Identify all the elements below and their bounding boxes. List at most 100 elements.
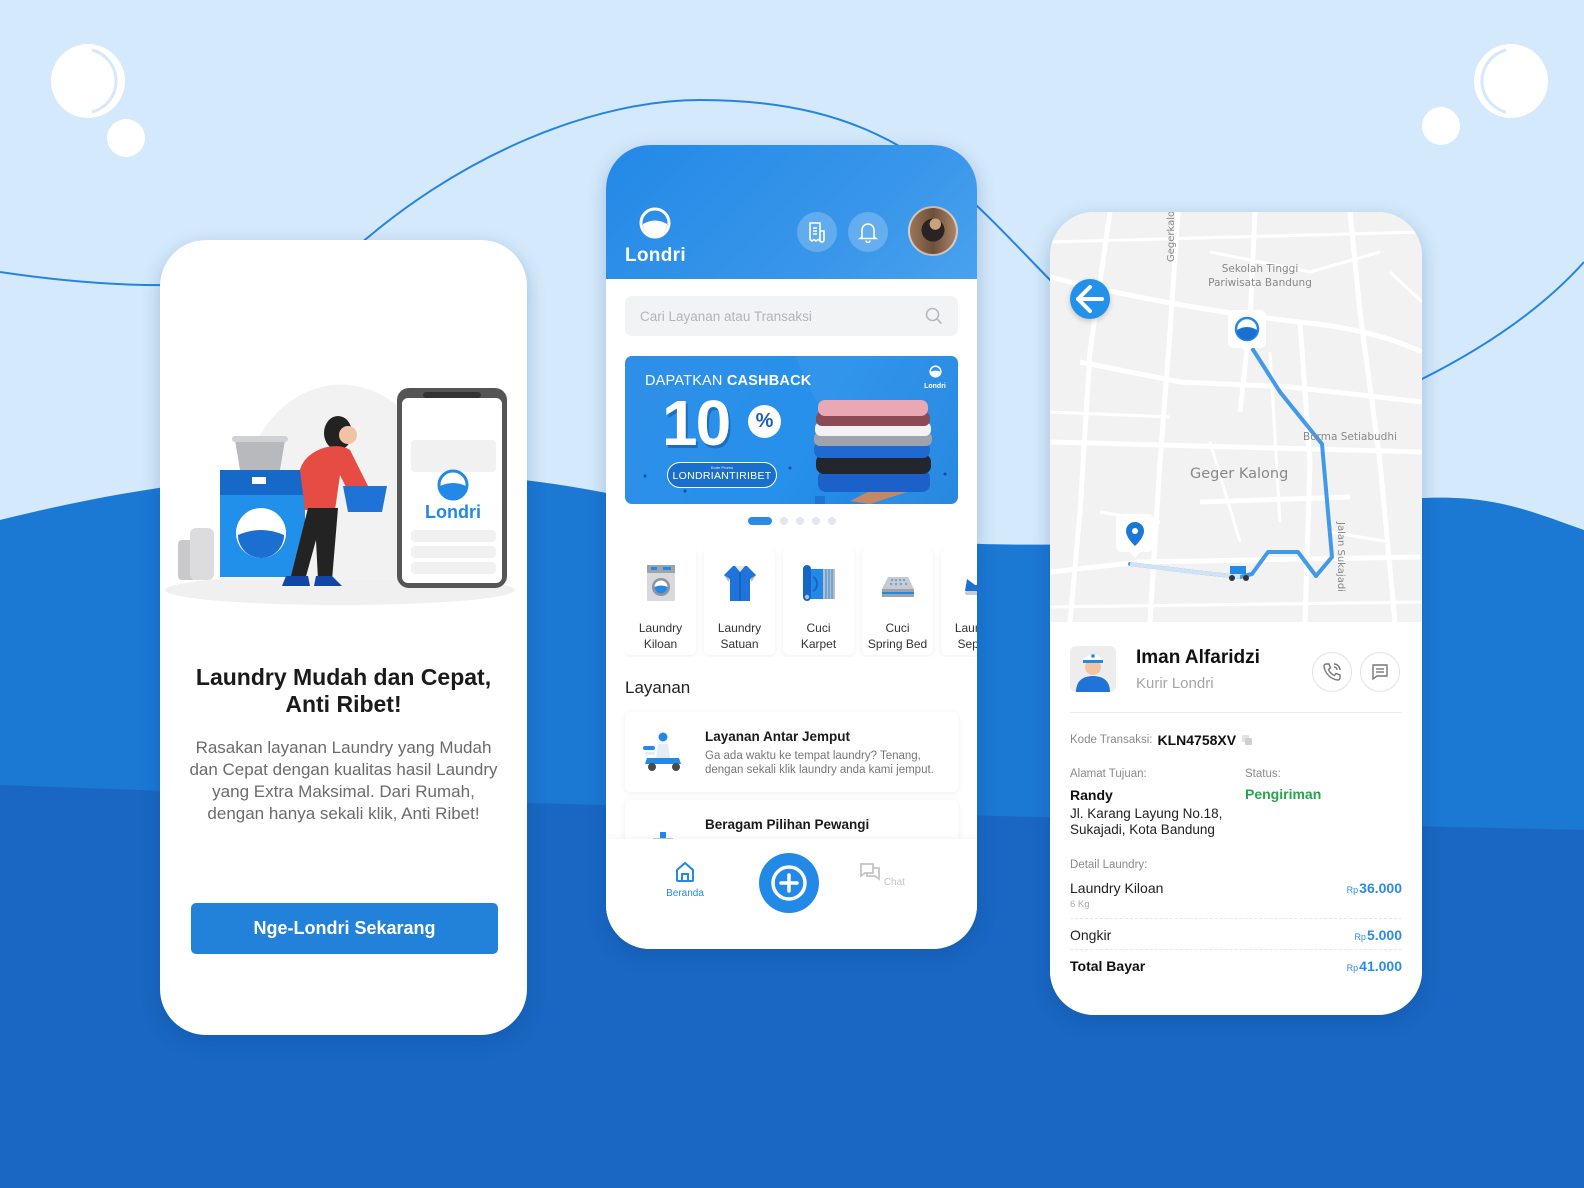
item-name: Laundry Kiloan (1070, 880, 1164, 896)
message-courier-button[interactable] (1360, 652, 1400, 692)
carousel-dot-4[interactable] (811, 517, 820, 525)
transaction-code-label: Kode Transaksi: (1070, 734, 1153, 746)
services-section-title: Layanan (625, 678, 691, 697)
transaction-code: KLN4758XV (1157, 732, 1237, 748)
onboarding-screen: Londri Laundry Mudah dan Cepat, Anti Rib… (160, 240, 527, 1035)
courier-role: Kurir Londri (1136, 675, 1214, 692)
line-item: Ongkir Rp5.000 (1070, 927, 1402, 943)
tracking-map[interactable]: Gegerkalong Sekolah Tinggi Pariwisata Ba… (1050, 212, 1422, 623)
laundry-location-pin (1228, 310, 1266, 353)
percent-badge: % (748, 405, 781, 438)
promo-code-label: Kode Promo (710, 465, 734, 470)
service-title: Beragam Pilihan Pewangi (705, 817, 870, 832)
category-label: Laundry Satuan (717, 621, 762, 651)
delivery-address: Jl. Karang Layung No.18, Sukajadi, Kota … (1070, 806, 1223, 837)
shirt-icon (723, 566, 756, 601)
back-button[interactable] (1070, 279, 1110, 319)
bubble-group-left (51, 44, 145, 157)
carousel-dot-2[interactable] (779, 517, 788, 525)
courier-avatar (1070, 646, 1116, 692)
carousel-indicator (606, 517, 977, 525)
onboarding-description: Rasakan layanan Laundry yang Mudah dan C… (189, 738, 498, 823)
arrow-left-icon (1076, 285, 1104, 313)
status-label: Status: (1245, 768, 1281, 780)
total-label: Total Bayar (1070, 958, 1146, 974)
transaction-code-row: Kode Transaksi: KLN4758XV (1070, 732, 1253, 748)
londri-logo-icon (639, 207, 671, 239)
total-price: Rp41.000 (1346, 958, 1402, 974)
line-item: Laundry Kiloan 6 Kg Rp36.000 (1070, 880, 1402, 910)
map-label-poi: Sekolah Tinggi (1222, 263, 1299, 275)
courier-icon (1076, 654, 1110, 692)
chat-icon (860, 863, 880, 881)
item-price: Rp5.000 (1354, 927, 1402, 943)
nav-chat-label: Chat (883, 877, 905, 888)
brand-name: Londri (625, 245, 686, 266)
carousel-dot-5[interactable] (827, 517, 836, 525)
category-label: Cuci Karpet (800, 621, 837, 651)
category-label: LaundrySepatu (954, 621, 977, 651)
profile-avatar[interactable] (908, 206, 958, 256)
map-label-street: Jalan Sukajadi (1335, 521, 1346, 592)
order-status: Pengiriman (1245, 786, 1322, 802)
promo-code-pill: Kode Promo LONDRIANTIRIBET (667, 462, 777, 488)
category-list: Laundry Kiloan Laundry Satuan Cuci Karpet (625, 549, 977, 657)
plus-circle-icon (771, 865, 807, 901)
total-row: Total Bayar Rp41.000 (1070, 958, 1402, 974)
service-card-pickup-delivery[interactable]: Layanan Antar Jemput Ga ada waktu ke tem… (625, 712, 958, 792)
app-logo: Londri (625, 207, 686, 267)
item-price: Rp36.000 (1346, 880, 1402, 896)
bell-icon (858, 223, 878, 243)
mattress-icon (881, 577, 914, 597)
category-cuci-karpet[interactable]: Cuci Karpet (783, 549, 854, 655)
folded-clothes-image (814, 400, 932, 504)
dashed-divider (1070, 949, 1402, 950)
search-input[interactable] (640, 308, 925, 324)
bubble-group-right (1422, 44, 1548, 145)
divider (1070, 712, 1402, 713)
category-laundry-sepatu[interactable]: LaundrySepatu (941, 549, 977, 655)
carousel-dot-1[interactable] (747, 517, 772, 525)
detail-label: Detail Laundry: (1070, 859, 1148, 871)
map-canvas: Gegerkalong Sekolah Tinggi Pariwisata Ba… (1050, 212, 1422, 623)
receipt-icon (809, 222, 825, 243)
order-tracking-screen: Gegerkalong Sekolah Tinggi Pariwisata Ba… (1050, 212, 1422, 1015)
map-label-poi: Pariwisata Bandung (1208, 277, 1312, 289)
cashback-promo-banner[interactable]: DAPATKAN CASHBACK 10 % Kode Promo LONDRI… (625, 356, 958, 504)
message-icon (1372, 664, 1388, 681)
destination-pin (1116, 514, 1154, 558)
carousel-dot-3[interactable] (795, 517, 804, 525)
service-title: Layanan Antar Jemput (705, 729, 851, 744)
banner-logo: Londri (923, 365, 947, 390)
category-laundry-kiloan[interactable]: Laundry Kiloan (625, 549, 696, 655)
category-laundry-satuan[interactable]: Laundry Satuan (704, 549, 775, 655)
laundry-illustration: Londri (165, 384, 515, 605)
nav-home[interactable]: Beranda (655, 861, 715, 899)
home-header: Londri (606, 145, 977, 279)
transactions-button[interactable] (797, 212, 837, 252)
map-label-poi: Borma Setiabudhi (1303, 431, 1397, 443)
home-screen: Londri DAPATKAN CASHBACK (606, 145, 977, 949)
map-label-street: Gegerkalong (1166, 212, 1177, 262)
onboarding-title: Laundry Mudah dan Cepat, Anti Ribet! (195, 664, 492, 717)
dashed-divider (1070, 918, 1402, 919)
start-laundry-button[interactable]: Nge-Londri Sekarang (191, 903, 498, 954)
courier-name: Iman Alfaridzi (1136, 647, 1260, 668)
address-label: Alamat Tujuan: (1070, 768, 1147, 780)
recipient-name: Randy (1070, 787, 1113, 803)
item-name: Ongkir (1070, 927, 1112, 943)
delivery-scooter-icon (643, 732, 681, 771)
call-courier-button[interactable] (1312, 652, 1352, 692)
category-cuci-spring-bed[interactable]: Cuci Spring Bed (862, 549, 933, 655)
new-order-button[interactable] (759, 853, 819, 913)
service-description: Ga ada waktu ke tempat laundry? Tenang, … (705, 750, 934, 776)
nav-chat[interactable]: Chat (852, 861, 912, 888)
order-detail-card: Iman Alfaridzi Kurir Londri Kode Transak… (1050, 622, 1422, 1015)
notifications-button[interactable] (848, 212, 888, 252)
category-label: Laundry Kiloan (638, 621, 683, 651)
search-icon[interactable] (925, 307, 943, 325)
map-label-area: Geger Kalong (1190, 466, 1288, 482)
illustration-brand: Londri (425, 502, 481, 522)
copy-icon[interactable] (1241, 734, 1253, 746)
nav-home-label: Beranda (666, 888, 704, 899)
